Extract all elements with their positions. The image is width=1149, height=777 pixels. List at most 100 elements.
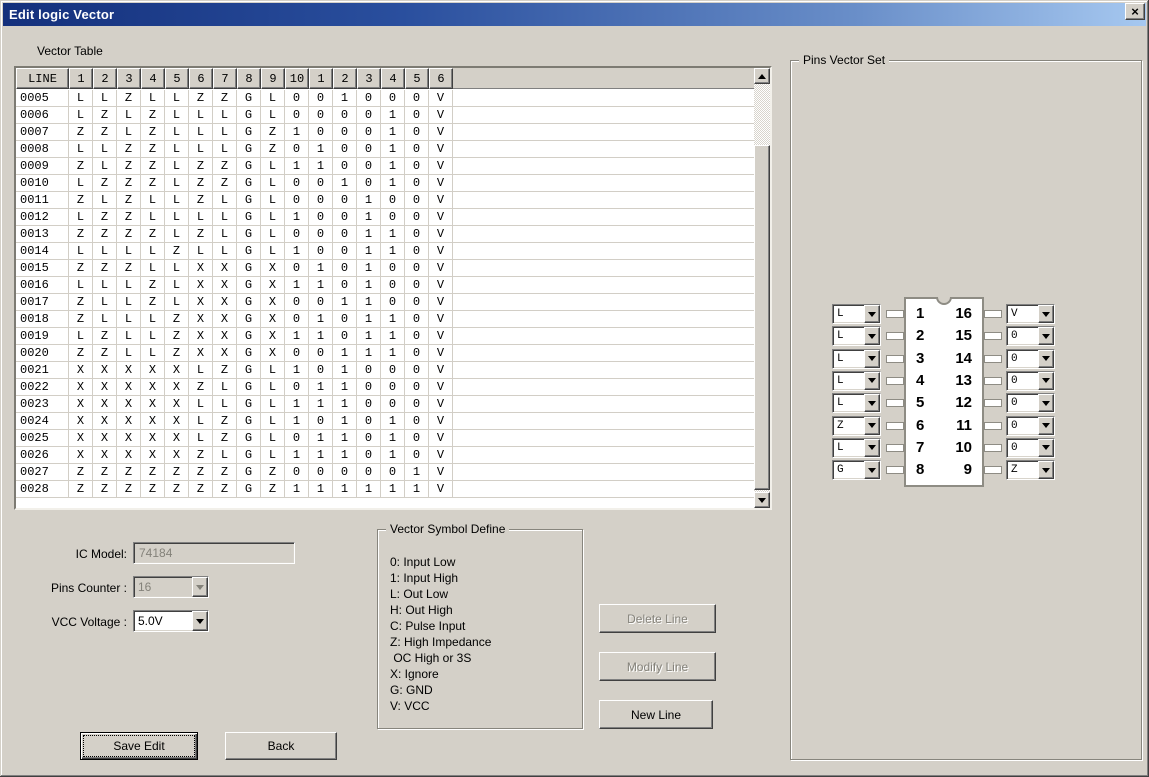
chevron-down-icon[interactable]: [192, 577, 208, 597]
vcc-voltage-select[interactable]: 5.0V: [133, 610, 209, 632]
modify-line-button[interactable]: Modify Line: [599, 652, 716, 681]
pin-8-select[interactable]: G: [832, 460, 881, 480]
pin-12-select[interactable]: 0: [1006, 393, 1055, 413]
chevron-down-icon[interactable]: [864, 417, 880, 435]
table-row[interactable]: 0022XXXXXZLGL011000V: [16, 379, 754, 396]
table-row[interactable]: 0013ZZZZLZLGL000110V: [16, 226, 754, 243]
table-row[interactable]: 0010LZZZLZZGL001010V: [16, 175, 754, 192]
column-header[interactable]: 6: [189, 68, 213, 89]
column-header[interactable]: 9: [261, 68, 285, 89]
pin-2-select[interactable]: L: [832, 326, 881, 346]
pin-3-select[interactable]: L: [832, 349, 881, 369]
pin-4-select[interactable]: L: [832, 371, 881, 391]
value-cell: 0: [333, 277, 357, 294]
chevron-down-icon[interactable]: [864, 461, 880, 479]
table-row[interactable]: 0019LZLLZXXGX110110V: [16, 328, 754, 345]
column-header[interactable]: 4: [141, 68, 165, 89]
pin-9-select[interactable]: Z: [1006, 460, 1055, 480]
back-button[interactable]: Back: [225, 732, 337, 760]
column-header[interactable]: 5: [165, 68, 189, 89]
chevron-down-glyph: [1042, 378, 1050, 387]
pin-1-select[interactable]: L: [832, 304, 881, 324]
column-header[interactable]: 1: [69, 68, 93, 89]
pin-16-select[interactable]: V: [1006, 304, 1055, 324]
pins-counter-select[interactable]: 16: [133, 576, 209, 598]
line-number-cell: 0020: [16, 345, 69, 362]
chevron-down-icon[interactable]: [864, 372, 880, 390]
column-header[interactable]: 2: [333, 68, 357, 89]
chevron-down-icon[interactable]: [1038, 372, 1054, 390]
pin-6-select[interactable]: Z: [832, 416, 881, 436]
chevron-down-icon[interactable]: [1038, 417, 1054, 435]
table-row[interactable]: 0006LZLZLLLGL000010V: [16, 107, 754, 124]
chevron-down-icon[interactable]: [1038, 461, 1054, 479]
vertical-scrollbar[interactable]: [754, 68, 770, 508]
table-row[interactable]: 0028ZZZZZZZGZ111111V: [16, 481, 754, 498]
chevron-down-icon[interactable]: [1038, 327, 1054, 345]
line-number-cell: 0010: [16, 175, 69, 192]
table-row[interactable]: 0021XXXXXLZGL101000V: [16, 362, 754, 379]
table-row[interactable]: 0016LLLZLXXGX110100V: [16, 277, 754, 294]
column-header[interactable]: 7: [213, 68, 237, 89]
column-header[interactable]: 3: [357, 68, 381, 89]
column-header[interactable]: 6: [429, 68, 453, 89]
chevron-down-icon[interactable]: [864, 394, 880, 412]
column-header[interactable]: LINE: [16, 68, 69, 89]
column-header[interactable]: 2: [93, 68, 117, 89]
table-row[interactable]: 0012LZZLLLLGL100100V: [16, 209, 754, 226]
table-row[interactable]: 0027ZZZZZZZGZ000001V: [16, 464, 754, 481]
save-edit-button[interactable]: Save Edit: [80, 732, 198, 760]
value-cell: 0: [309, 90, 333, 107]
pin-14-select[interactable]: 0: [1006, 349, 1055, 369]
value-cell: 1: [309, 430, 333, 447]
table-row[interactable]: 0025XXXXXLZGL011010V: [16, 430, 754, 447]
table-row[interactable]: 0026XXXXXZLGL111010V: [16, 447, 754, 464]
pin-7-select[interactable]: L: [832, 438, 881, 458]
table-row[interactable]: 0024XXXXXLZGL101010V: [16, 413, 754, 430]
pin-15-select[interactable]: 0: [1006, 326, 1055, 346]
pin-10-select[interactable]: 0: [1006, 438, 1055, 458]
chevron-down-icon[interactable]: [1038, 439, 1054, 457]
chevron-down-icon[interactable]: [864, 350, 880, 368]
chevron-down-icon[interactable]: [1038, 350, 1054, 368]
table-row[interactable]: 0015ZZZLLXXGX010100V: [16, 260, 754, 277]
chevron-down-icon[interactable]: [1038, 305, 1054, 323]
chevron-down-icon[interactable]: [864, 327, 880, 345]
column-header[interactable]: 5: [405, 68, 429, 89]
close-button[interactable]: ×: [1125, 3, 1145, 20]
column-header[interactable]: 4: [381, 68, 405, 89]
chevron-down-icon[interactable]: [192, 611, 208, 631]
table-row[interactable]: 0005LLZLLZZGL001000V: [16, 90, 754, 107]
value-cell: V: [429, 328, 453, 345]
delete-line-button[interactable]: Delete Line: [599, 604, 716, 633]
table-row[interactable]: 0018ZLLLZXXGX010110V: [16, 311, 754, 328]
ic-model-field[interactable]: 74184: [133, 542, 295, 564]
column-header[interactable]: 1: [309, 68, 333, 89]
value-cell: Z: [189, 464, 213, 481]
value-cell: X: [213, 345, 237, 362]
table-row[interactable]: 0008LLZZLLLGZ010010V: [16, 141, 754, 158]
table-row[interactable]: 0009ZLZZLZZGL110010V: [16, 158, 754, 175]
value-cell: L: [261, 226, 285, 243]
pin-11-select[interactable]: 0: [1006, 416, 1055, 436]
chevron-down-icon[interactable]: [1038, 394, 1054, 412]
scroll-down-button[interactable]: [754, 492, 770, 508]
table-row[interactable]: 0023XXXXXLLGL111000V: [16, 396, 754, 413]
table-row[interactable]: 0017ZLLZLXXGX001100V: [16, 294, 754, 311]
column-header[interactable]: 8: [237, 68, 261, 89]
pin-5-select[interactable]: L: [832, 393, 881, 413]
table-row[interactable]: 0020ZZLLZXXGX001110V: [16, 345, 754, 362]
scrollbar-thumb[interactable]: [754, 145, 770, 490]
scroll-up-button[interactable]: [754, 68, 770, 84]
column-header[interactable]: 10: [285, 68, 309, 89]
chevron-down-icon[interactable]: [864, 439, 880, 457]
chevron-down-icon[interactable]: [864, 305, 880, 323]
table-row[interactable]: 0007ZZLZLLLGZ100010V: [16, 124, 754, 141]
new-line-button[interactable]: New Line: [599, 700, 713, 729]
table-row[interactable]: 0014LLLLZLLGL100110V: [16, 243, 754, 260]
value-cell: Z: [141, 175, 165, 192]
table-row[interactable]: 0011ZLZLLZLGL000100V: [16, 192, 754, 209]
pin-13-select[interactable]: 0: [1006, 371, 1055, 391]
column-header[interactable]: 3: [117, 68, 141, 89]
value-cell: V: [429, 277, 453, 294]
